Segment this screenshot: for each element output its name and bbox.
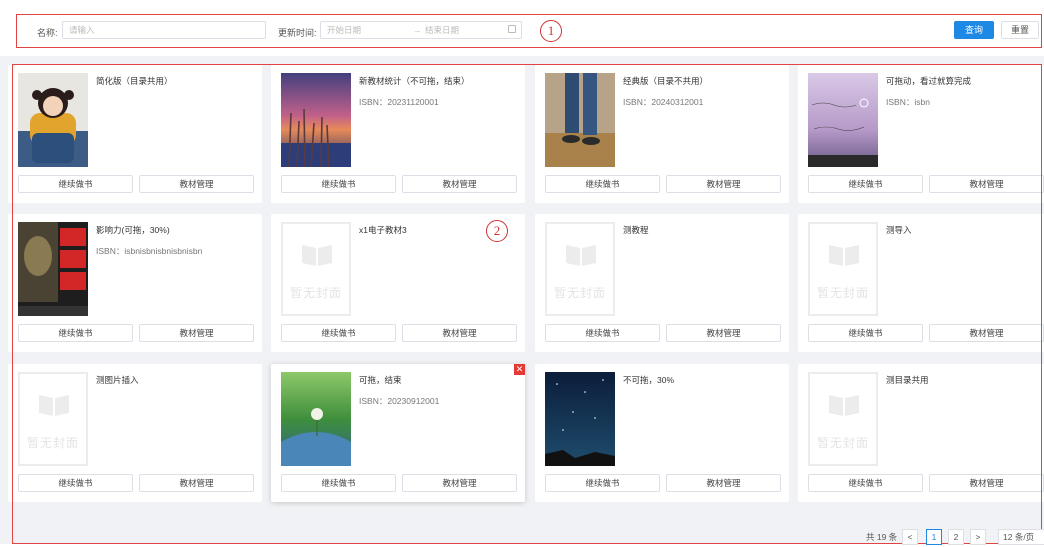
book-card[interactable]: 新教材统计（不可拖，结束） ISBN：20231120001 继续做书 教材管理 bbox=[271, 65, 525, 203]
book-isbn: ISBN：isbn bbox=[886, 97, 930, 107]
book-title: 测图片插入 bbox=[96, 375, 139, 385]
book-placeholder-icon bbox=[566, 245, 596, 266]
page-1-button[interactable]: 1 bbox=[926, 529, 942, 545]
book-title: 不可拖，30% bbox=[623, 375, 675, 385]
continue-button[interactable]: 继续做书 bbox=[808, 474, 923, 492]
book-isbn: ISBN：20231120001 bbox=[359, 97, 439, 107]
book-card[interactable]: 暂无封面 测图片插入 继续做书 教材管理 bbox=[8, 364, 262, 502]
manage-button[interactable]: 教材管理 bbox=[666, 324, 781, 342]
book-title: 测导入 bbox=[886, 225, 912, 235]
manage-button[interactable]: 教材管理 bbox=[139, 474, 254, 492]
book-card[interactable]: 简化版（目录共用） 继续做书 教材管理 bbox=[8, 65, 262, 203]
book-cover[interactable] bbox=[545, 372, 615, 466]
prev-page-button[interactable]: < bbox=[902, 529, 918, 545]
book-card[interactable]: 暂无封面 测教程 继续做书 教材管理 bbox=[535, 214, 789, 352]
delete-icon[interactable]: ✕ bbox=[514, 364, 525, 375]
continue-button[interactable]: 继续做书 bbox=[808, 324, 923, 342]
continue-button[interactable]: 继续做书 bbox=[18, 324, 133, 342]
book-isbn: ISBN：20240312001 bbox=[623, 97, 704, 107]
book-card[interactable]: 影响力(可拖，30%) ISBN：isbnisbnisbnisbnisbn 继续… bbox=[8, 214, 262, 352]
book-card[interactable]: 暂无封面 测导入 继续做书 教材管理 bbox=[798, 214, 1044, 352]
book-title: x1电子教材3 bbox=[359, 225, 407, 235]
placeholder-cover[interactable]: 暂无封面 bbox=[545, 222, 615, 316]
book-card[interactable]: 经典版（目录不共用） ISBN：20240312001 继续做书 教材管理 bbox=[535, 65, 789, 203]
manage-button[interactable]: 教材管理 bbox=[402, 324, 517, 342]
page-size-select[interactable]: 12 条/页 bbox=[998, 529, 1044, 545]
total-count: 共 19 条 bbox=[866, 532, 898, 542]
continue-button[interactable]: 继续做书 bbox=[18, 175, 133, 193]
manage-button[interactable]: 教材管理 bbox=[666, 474, 781, 492]
placeholder-text: 暂无封面 bbox=[816, 286, 869, 300]
placeholder-text: 暂无封面 bbox=[816, 436, 869, 450]
page-2-button[interactable]: 2 bbox=[948, 529, 964, 545]
manage-button[interactable]: 教材管理 bbox=[929, 175, 1044, 193]
book-card[interactable]: 不可拖，30% 继续做书 教材管理 bbox=[535, 364, 789, 502]
placeholder-text: 暂无封面 bbox=[26, 436, 79, 450]
continue-button[interactable]: 继续做书 bbox=[545, 324, 660, 342]
book-cover[interactable] bbox=[18, 222, 88, 316]
book-isbn: ISBN：20230912001 bbox=[359, 396, 440, 406]
book-cover[interactable] bbox=[281, 73, 351, 167]
book-cover[interactable] bbox=[18, 73, 88, 167]
continue-button[interactable]: 继续做书 bbox=[545, 175, 660, 193]
continue-button[interactable]: 继续做书 bbox=[808, 175, 923, 193]
book-card[interactable]: 可拖，结束 ISBN：20230912001 继续做书 教材管理 ✕ bbox=[271, 364, 525, 502]
manage-button[interactable]: 教材管理 bbox=[402, 474, 517, 492]
manage-button[interactable]: 教材管理 bbox=[666, 175, 781, 193]
book-title: 简化版（目录共用） bbox=[96, 76, 173, 86]
book-cover[interactable] bbox=[545, 73, 615, 167]
book-cover[interactable] bbox=[281, 372, 351, 466]
book-title: 影响力(可拖，30%) bbox=[96, 225, 170, 235]
book-title: 可拖，结束 bbox=[359, 375, 402, 385]
manage-button[interactable]: 教材管理 bbox=[139, 324, 254, 342]
book-placeholder-icon bbox=[39, 395, 69, 416]
book-card[interactable]: 暂无封面 测目录共用 继续做书 教材管理 bbox=[798, 364, 1044, 502]
annotation-2: 2 bbox=[486, 220, 508, 242]
book-card[interactable]: 可拖动，看过就算完成 ISBN：isbn 继续做书 教材管理 bbox=[798, 65, 1044, 203]
book-title: 新教材统计（不可拖，结束） bbox=[359, 76, 470, 86]
book-placeholder-icon bbox=[829, 395, 859, 416]
continue-button[interactable]: 继续做书 bbox=[545, 474, 660, 492]
placeholder-cover[interactable]: 暂无封面 bbox=[808, 372, 878, 466]
placeholder-text: 暂无封面 bbox=[289, 286, 342, 300]
placeholder-cover[interactable]: 暂无封面 bbox=[18, 372, 88, 466]
book-title: 可拖动，看过就算完成 bbox=[886, 76, 972, 86]
placeholder-cover[interactable]: 暂无封面 bbox=[808, 222, 878, 316]
placeholder-text: 暂无封面 bbox=[553, 286, 606, 300]
book-isbn: ISBN：isbnisbnisbnisbnisbn bbox=[96, 246, 203, 256]
book-title: 经典版（目录不共用） bbox=[623, 76, 709, 86]
continue-button[interactable]: 继续做书 bbox=[281, 324, 396, 342]
book-cover[interactable] bbox=[808, 73, 878, 167]
book-placeholder-icon bbox=[302, 245, 332, 266]
manage-button[interactable]: 教材管理 bbox=[929, 324, 1044, 342]
manage-button[interactable]: 教材管理 bbox=[139, 175, 254, 193]
next-page-button[interactable]: > bbox=[970, 529, 986, 545]
manage-button[interactable]: 教材管理 bbox=[929, 474, 1044, 492]
manage-button[interactable]: 教材管理 bbox=[402, 175, 517, 193]
book-placeholder-icon bbox=[829, 245, 859, 266]
continue-button[interactable]: 继续做书 bbox=[18, 474, 133, 492]
placeholder-cover[interactable]: 暂无封面 bbox=[281, 222, 351, 316]
continue-button[interactable]: 继续做书 bbox=[281, 474, 396, 492]
book-title: 测目录共用 bbox=[886, 375, 929, 385]
annotation-box-1 bbox=[16, 14, 1042, 48]
book-title: 测教程 bbox=[623, 225, 649, 235]
continue-button[interactable]: 继续做书 bbox=[281, 175, 396, 193]
